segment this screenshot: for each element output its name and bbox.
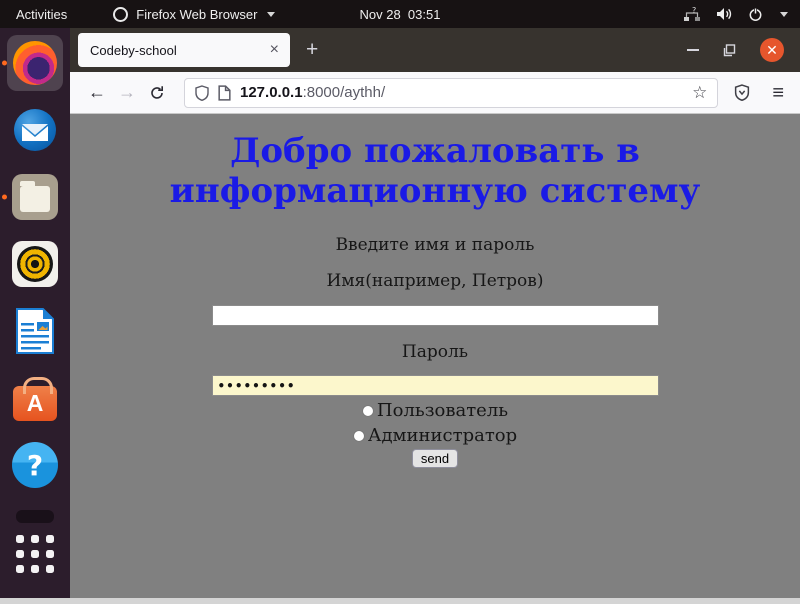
intro-text: Введите имя и пароль: [70, 235, 800, 255]
back-button[interactable]: ←: [82, 82, 112, 103]
close-icon: ✕: [766, 43, 778, 57]
dock: A ?: [0, 28, 70, 604]
dock-separator-pill: [16, 510, 54, 523]
music-speaker-icon: [12, 241, 58, 287]
volume-icon: [716, 7, 733, 21]
name-label: Имя(например, Петров): [70, 271, 800, 291]
ubuntu-software-icon: A: [13, 386, 57, 421]
page-info-icon[interactable]: [218, 85, 231, 101]
dock-item-firefox[interactable]: [7, 35, 63, 91]
url-host: 127.0.0.1: [240, 84, 303, 101]
menu-icon[interactable]: ≡: [772, 83, 784, 103]
dock-item-rhythmbox[interactable]: [7, 236, 63, 292]
tab-close-icon[interactable]: ×: [265, 42, 284, 58]
new-tab-button[interactable]: +: [306, 38, 318, 62]
admin-radio-label: Администратор: [368, 425, 517, 446]
password-label: Пароль: [70, 342, 800, 362]
app-menu-label: Firefox Web Browser: [136, 7, 257, 22]
system-tray[interactable]: ?: [683, 7, 788, 22]
shield-permissions-icon[interactable]: [195, 85, 209, 101]
url-text[interactable]: 127.0.0.1:8000/aythh/: [240, 84, 683, 101]
firefox-window: Codeby-school × + ✕ ← →: [70, 28, 800, 604]
software-letter: A: [27, 390, 44, 417]
show-applications-button[interactable]: [16, 535, 54, 573]
forward-button[interactable]: →: [112, 82, 142, 103]
navigation-toolbar: ← → 127.0.0.1:8000/aythh/ ☆ ≡: [70, 72, 800, 114]
dock-item-thunderbird[interactable]: [7, 102, 63, 158]
name-input[interactable]: [212, 305, 659, 326]
user-radio[interactable]: [362, 405, 374, 417]
activities-button[interactable]: Activities: [16, 7, 67, 22]
user-radio-label: Пользователь: [377, 400, 508, 421]
chevron-down-icon: [267, 12, 275, 17]
dock-item-files[interactable]: [7, 169, 63, 225]
send-button[interactable]: send: [412, 449, 458, 468]
thunderbird-icon: [13, 108, 57, 152]
password-input[interactable]: [212, 375, 659, 396]
clock-label[interactable]: Nov 28 03:51: [360, 7, 441, 22]
close-button[interactable]: ✕: [760, 38, 784, 62]
network-icon: ?: [683, 7, 701, 22]
libreoffice-writer-icon: [14, 308, 56, 354]
url-bar[interactable]: 127.0.0.1:8000/aythh/ ☆: [184, 78, 718, 108]
running-indicator-dot: [2, 61, 7, 66]
dock-item-help[interactable]: ?: [7, 437, 63, 493]
maximize-button[interactable]: [723, 44, 736, 57]
admin-radio[interactable]: [353, 430, 365, 442]
firefox-icon: [13, 41, 57, 85]
firefox-symbolic-icon: [113, 7, 128, 22]
system-top-bar: Activities Firefox Web Browser Nov 28 03…: [0, 0, 800, 28]
window-controls: ✕: [687, 28, 784, 72]
role-option-user: Пользователь: [70, 400, 800, 421]
tab-title: Codeby-school: [90, 43, 265, 58]
page-title: Добро пожаловать в информационную систем…: [155, 131, 715, 211]
files-icon: [12, 174, 58, 220]
app-menu-button[interactable]: Firefox Web Browser: [113, 7, 275, 22]
reload-icon: [149, 85, 165, 101]
dock-item-ubuntu-software[interactable]: A: [7, 370, 63, 426]
web-page-content: Добро пожаловать в информационную систем…: [70, 114, 800, 604]
minimize-button[interactable]: [687, 49, 699, 51]
svg-text:?: ?: [692, 7, 696, 15]
toolbar-right-icons: ≡: [734, 83, 788, 103]
protections-shield-icon[interactable]: [734, 84, 750, 101]
help-icon: ?: [12, 442, 58, 488]
tab-codeby-school[interactable]: Codeby-school ×: [78, 33, 290, 67]
dock-item-libreoffice-writer[interactable]: [7, 303, 63, 359]
power-icon: [748, 7, 763, 22]
role-option-admin: Администратор: [70, 425, 800, 446]
running-indicator-dot: [2, 195, 7, 200]
tab-bar: Codeby-school × + ✕: [70, 28, 800, 72]
bookmark-star-icon[interactable]: ☆: [692, 84, 707, 101]
url-path: :8000/aythh/: [303, 84, 386, 101]
screen-bottom-edge: [0, 598, 800, 604]
chevron-down-icon: [780, 12, 788, 17]
reload-button[interactable]: [142, 85, 172, 101]
question-mark-glyph: ?: [27, 449, 43, 482]
